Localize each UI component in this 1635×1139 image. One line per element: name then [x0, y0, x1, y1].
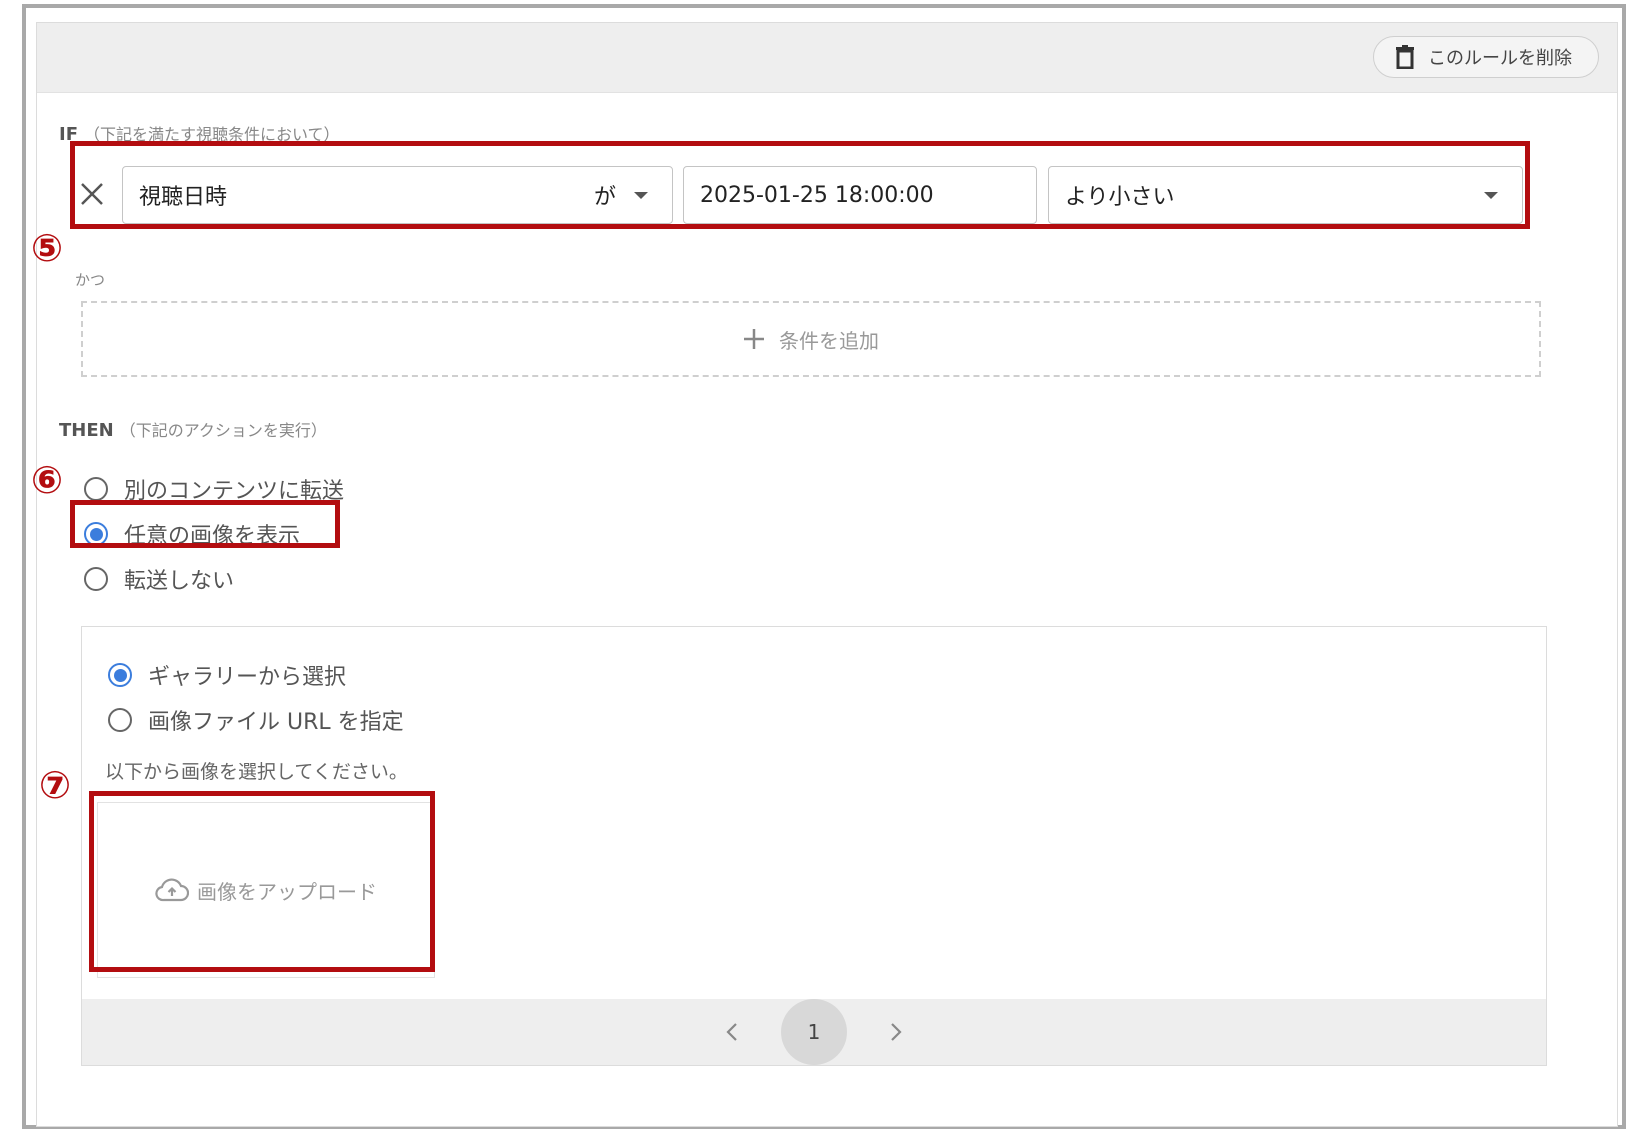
source-option-label: 画像ファイル URL を指定: [148, 710, 404, 735]
annotation-number-6: ⑥: [31, 458, 64, 502]
annotation-box-show-image: [70, 500, 340, 548]
rule-card-header: このルールを削除: [37, 23, 1617, 93]
image-instruction: 以下から画像を選択してください。: [105, 761, 408, 783]
radio-icon[interactable]: [84, 477, 108, 501]
source-option-gallery[interactable]: ギャラリーから選択: [108, 659, 346, 691]
source-option-url[interactable]: 画像ファイル URL を指定: [108, 704, 404, 736]
radio-selected-icon[interactable]: [108, 663, 132, 687]
source-option-label: ギャラリーから選択: [148, 665, 347, 690]
chevron-left-icon[interactable]: [725, 1022, 739, 1042]
annotation-box-upload: [89, 791, 435, 972]
annotation-box-condition: [70, 141, 1530, 229]
annotation-number-5: ⑤: [31, 226, 64, 270]
pagination: 1: [82, 999, 1546, 1065]
radio-icon[interactable]: [108, 708, 132, 732]
then-option-label: 転送しない: [124, 569, 235, 594]
then-option-no-forward[interactable]: 転送しない: [84, 563, 234, 595]
add-condition-button[interactable]: 条件を追加: [81, 301, 1541, 377]
and-label: かつ: [75, 271, 106, 289]
chevron-right-icon[interactable]: [889, 1022, 903, 1042]
page-number: 1: [807, 1020, 821, 1044]
delete-rule-label: このルールを削除: [1428, 48, 1572, 69]
radio-icon[interactable]: [84, 567, 108, 591]
trash-icon: [1396, 45, 1414, 69]
then-label: THEN: [59, 420, 114, 441]
plus-icon: [744, 329, 764, 349]
delete-rule-button[interactable]: このルールを削除: [1373, 36, 1599, 78]
add-condition-label: 条件を追加: [779, 328, 879, 353]
then-section-label: THEN （下記のアクションを実行）: [59, 417, 327, 441]
annotation-number-7: ⑦: [39, 763, 72, 807]
page-button-current[interactable]: 1: [781, 999, 847, 1065]
then-sublabel: （下記のアクションを実行）: [119, 421, 327, 440]
